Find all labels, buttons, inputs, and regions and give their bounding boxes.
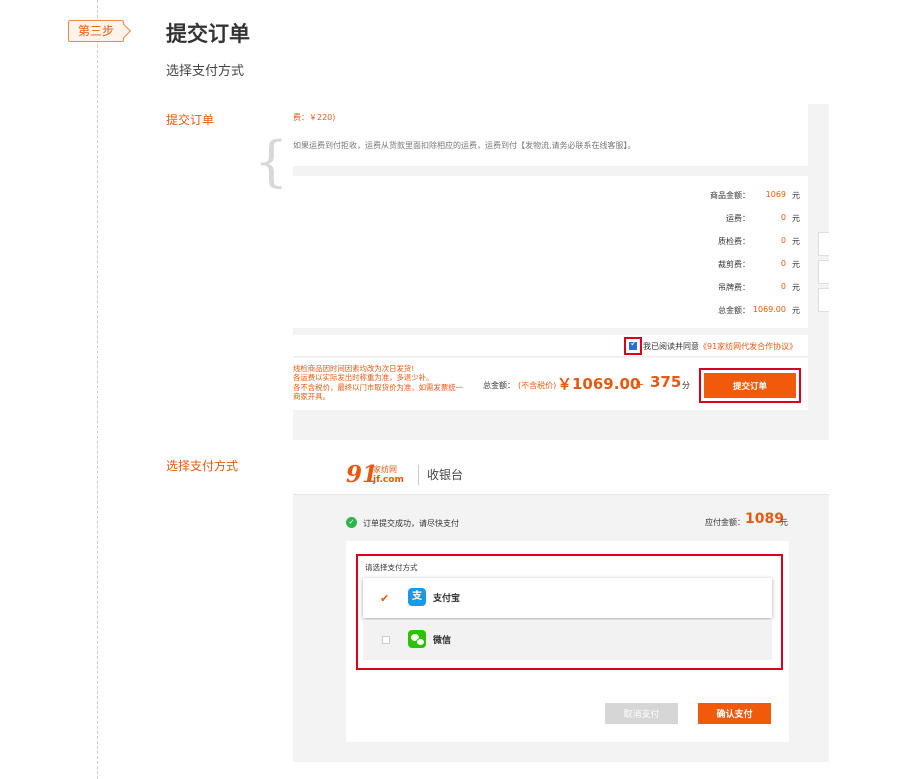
order-summary: 商品金额： 1069 元 运费： 0 元 质检费： 0 元 裁剪费： 0 元 吊… bbox=[293, 176, 808, 328]
wechat-icon bbox=[408, 630, 426, 648]
payment-screenshot-panel: 91 家纺网 jf.com 收银台 ✓ 订单提交成功，请尽快支付 应付金额： 1… bbox=[293, 458, 829, 762]
total-amount: ￥1069.00 bbox=[557, 375, 641, 393]
agreement-link[interactable]: 《91家纺网代发合作协议》 bbox=[699, 342, 797, 351]
section-label-pay: 选择支付方式 bbox=[166, 459, 239, 473]
payment-method-box: 请选择支付方式 ✔ 支 支付宝 微信 bbox=[356, 554, 783, 670]
warning-line: 各不含税价，最终以门市取货价为准，如需发票统一 bbox=[293, 382, 463, 392]
order-screenshot-panel: 费：￥220) 如果运费到付拒收，运费从货款里面扣除相应的运费，运费到付【发物流… bbox=[293, 104, 829, 440]
success-message: 订单提交成功，请尽快支付 bbox=[363, 519, 459, 528]
payment-option-alipay[interactable]: ✔ 支 支付宝 bbox=[363, 578, 772, 618]
submit-order-button[interactable]: 提交订单 bbox=[704, 373, 796, 398]
summary-value: 0 bbox=[780, 213, 786, 222]
summary-value: 0 bbox=[780, 236, 786, 245]
method-title: 请选择支付方式 bbox=[365, 563, 418, 572]
agreement-prefix: 我已阅读并同意 bbox=[643, 342, 699, 351]
cashier-title: 收银台 bbox=[427, 468, 464, 482]
cashier-header: 91 家纺网 jf.com 收银台 bbox=[293, 458, 829, 495]
side-tab[interactable] bbox=[818, 260, 829, 284]
summary-unit: 元 bbox=[792, 191, 800, 200]
total-label: 总金额： bbox=[483, 381, 515, 390]
timeline-line bbox=[97, 0, 98, 779]
summary-label: 质检费： bbox=[718, 237, 750, 246]
plus-sign: + bbox=[635, 378, 645, 391]
side-tab[interactable] bbox=[818, 288, 829, 312]
summary-label: 总金额： bbox=[718, 306, 750, 315]
summary-row: 裁剪费： 0 元 bbox=[548, 257, 808, 271]
warning-line: 各运费以实际发出时称重为准，多退少补。 bbox=[293, 373, 434, 383]
logo-cn: 家纺网 bbox=[373, 465, 397, 474]
agreement-bar: 我已阅读并同意《91家纺网代发合作协议》 bbox=[293, 335, 808, 357]
cancel-payment-button[interactable]: 取消支付 bbox=[605, 703, 678, 724]
page-title: 提交订单 bbox=[166, 22, 250, 46]
shipping-note: 如果运费到付拒收，运费从货款里面扣除相应的运费，运费到付【发物流,请务必联系在线… bbox=[293, 141, 636, 150]
summary-value: 1069.00 bbox=[752, 305, 786, 314]
unchecked-box[interactable] bbox=[382, 636, 390, 644]
points-unit: 分 bbox=[682, 381, 690, 390]
summary-unit: 元 bbox=[792, 306, 800, 315]
shipping-info: 费：￥220) 如果运费到付拒收，运费从货款里面扣除相应的运费，运费到付【发物流… bbox=[293, 104, 808, 166]
summary-label: 吊牌费： bbox=[718, 283, 750, 292]
submit-highlight: 提交订单 bbox=[699, 368, 801, 403]
brace-decoration: { bbox=[254, 130, 289, 193]
due-amount: 1089 bbox=[745, 511, 784, 527]
summary-row: 运费： 0 元 bbox=[548, 211, 808, 225]
checkmark-icon: ✔ bbox=[380, 592, 390, 605]
method-name: 支付宝 bbox=[433, 594, 461, 604]
side-tab[interactable] bbox=[818, 232, 829, 256]
summary-label: 裁剪费： bbox=[718, 260, 750, 269]
summary-value: 1069 bbox=[765, 190, 786, 199]
agreement-text: 我已阅读并同意《91家纺网代发合作协议》 bbox=[643, 341, 797, 352]
agreement-checkbox[interactable] bbox=[624, 337, 642, 355]
logo-separator bbox=[418, 465, 419, 485]
summary-unit: 元 bbox=[792, 214, 800, 223]
payment-option-wechat[interactable]: 微信 bbox=[363, 620, 772, 660]
step-badge: 第三步 bbox=[68, 20, 125, 42]
due-label: 应付金额： bbox=[705, 518, 745, 527]
points-value: 375 bbox=[650, 373, 682, 391]
side-tabs bbox=[818, 232, 829, 316]
due-unit: 元 bbox=[780, 518, 788, 527]
summary-label: 运费： bbox=[726, 214, 750, 223]
warning-notes: 线检商品因时间因素均改为次日发货! 各运费以实际发出时称重为准，多退少补。 各不… bbox=[293, 364, 488, 402]
summary-label: 商品金额： bbox=[710, 191, 750, 200]
method-name: 微信 bbox=[433, 636, 452, 646]
tax-note: (不含税价) bbox=[518, 381, 557, 390]
section-label-submit: 提交订单 bbox=[166, 113, 215, 127]
summary-row: 吊牌费： 0 元 bbox=[548, 280, 808, 294]
summary-row: 商品金额： 1069 元 bbox=[548, 188, 808, 202]
summary-value: 0 bbox=[780, 282, 786, 291]
summary-row-total: 总金额： 1069.00 元 bbox=[548, 303, 808, 317]
page-subtitle: 选择支付方式 bbox=[166, 64, 245, 79]
alipay-icon: 支 bbox=[408, 588, 426, 606]
warning-line: 商家开具。 bbox=[293, 392, 330, 402]
summary-value: 0 bbox=[780, 259, 786, 268]
logo-en: jf.com bbox=[373, 475, 404, 485]
summary-unit: 元 bbox=[792, 237, 800, 246]
check-circle-icon: ✓ bbox=[346, 517, 357, 528]
confirm-payment-button[interactable]: 确认支付 bbox=[698, 703, 771, 724]
order-bottom-bar: 线检商品因时间因素均改为次日发货! 各运费以实际发出时称重为准，多退少补。 各不… bbox=[293, 358, 808, 410]
summary-row: 质检费： 0 元 bbox=[548, 234, 808, 248]
warning-line: 线检商品因时间因素均改为次日发货! bbox=[293, 364, 415, 373]
summary-unit: 元 bbox=[792, 283, 800, 292]
summary-unit: 元 bbox=[792, 260, 800, 269]
shipping-fee: 费：￥220) bbox=[293, 113, 336, 122]
payment-card: 请选择支付方式 ✔ 支 支付宝 微信 取消支付 确认支付 bbox=[346, 541, 789, 742]
